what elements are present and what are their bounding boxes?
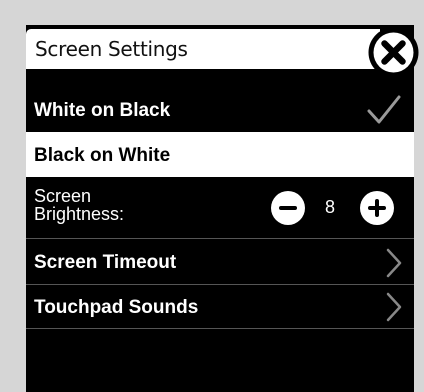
option-label: Touchpad Sounds [34,297,199,318]
close-button[interactable] [366,25,421,80]
brightness-value: 8 [325,197,336,217]
plus-icon [368,199,386,217]
minus-icon [279,206,297,210]
option-white-on-black[interactable]: White on Black [26,88,414,132]
option-label: Screen Timeout [34,252,177,273]
option-black-on-white[interactable]: Black on White [26,132,414,177]
title-bar: Screen Settings [26,29,380,69]
option-label: Black on White [34,145,171,166]
page-title: Screen Settings [35,37,188,61]
brightness-decrease-button[interactable] [271,191,305,225]
chevron-right-icon [386,292,402,322]
brightness-label: Screen Brightness: [34,186,125,224]
option-label: White on Black [34,100,171,121]
chevron-right-icon [386,248,402,278]
touchpad-sounds-row[interactable]: Touchpad Sounds [26,285,414,329]
brightness-row: Screen Brightness: 8 [26,177,414,239]
checkmark-icon [367,95,401,124]
close-icon [368,27,419,78]
brightness-increase-button[interactable] [360,191,394,225]
screen-timeout-row[interactable]: Screen Timeout [26,239,414,285]
